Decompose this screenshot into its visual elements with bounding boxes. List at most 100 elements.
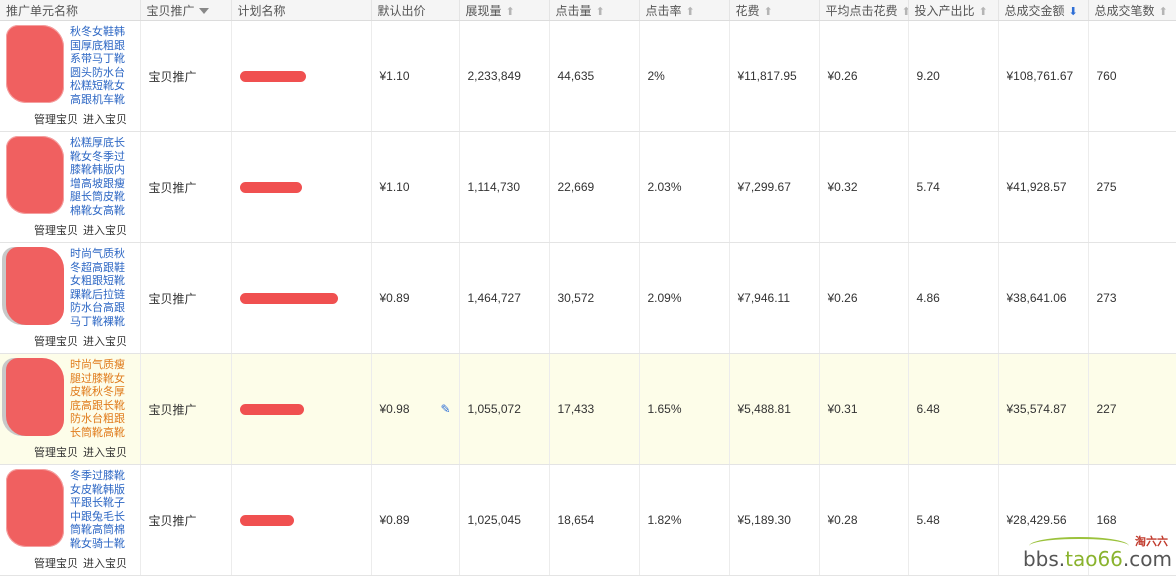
promo-type: 宝贝推广 bbox=[140, 20, 232, 132]
product-thumbnail-redacted[interactable] bbox=[6, 247, 64, 325]
gmv: ¥108,761.67 bbox=[998, 20, 1089, 132]
avg-cpc: ¥0.26 bbox=[819, 20, 909, 132]
product-thumbnail-redacted[interactable] bbox=[6, 25, 64, 103]
caret-down-icon bbox=[198, 8, 209, 14]
unit-cell: 松糕厚底长靴女冬季过膝靴韩版内增高坡跟瘦腿长筒皮靴棉靴女高靴 管理宝贝 进入宝贝 bbox=[0, 131, 141, 243]
plan-name-redacted[interactable] bbox=[231, 242, 372, 354]
table-row: 秋冬女鞋韩国厚底粗跟系带马丁靴圆头防水台松糕短靴女高跟机车靴 管理宝贝 进入宝贝 … bbox=[0, 20, 1176, 132]
table-row-highlighted: 时尚气质瘦腿过膝靴女皮靴秋冬厚底高跟长靴防水台粗跟长筒靴高靴 管理宝贝 进入宝贝 … bbox=[0, 353, 1176, 465]
col-clicks-sort[interactable]: 点击量 ⬆ bbox=[549, 0, 640, 21]
redaction-mark bbox=[239, 293, 338, 305]
table-row: 时尚气质秋冬超高跟鞋女粗跟短靴踝靴后拉链防水台高跟马丁靴裸靴 管理宝贝 进入宝贝 … bbox=[0, 242, 1176, 354]
promo-type: 宝贝推广 bbox=[140, 464, 232, 576]
manage-item-link[interactable]: 管理宝贝 bbox=[34, 446, 78, 459]
default-bid: ¥0.98 bbox=[379, 402, 410, 416]
product-title-link[interactable]: 时尚气质瘦腿过膝靴女皮靴秋冬厚底高跟长靴防水台粗跟长筒靴高靴 bbox=[70, 358, 134, 439]
arrow-down-icon: ⬇ bbox=[1068, 4, 1078, 18]
row-actions: 管理宝贝 进入宝贝 bbox=[34, 444, 132, 460]
clicks: 30,572 bbox=[549, 242, 640, 354]
impressions: 2,233,849 bbox=[459, 20, 550, 132]
plan-name-redacted[interactable] bbox=[231, 20, 372, 132]
default-bid: ¥1.10 bbox=[371, 131, 460, 243]
col-unit-name: 推广单元名称 bbox=[0, 0, 141, 21]
avg-cpc: ¥0.32 bbox=[819, 131, 909, 243]
product-title-link[interactable]: 时尚气质秋冬超高跟鞋女粗跟短靴踝靴后拉链防水台高跟马丁靴裸靴 bbox=[70, 247, 134, 328]
enter-item-link[interactable]: 进入宝贝 bbox=[83, 557, 127, 570]
redaction-mark bbox=[239, 515, 294, 527]
promotion-units-table: 推广单元名称 宝贝推广 计划名称 默认出价 展现量 ⬆ 点击量 ⬆ 点击率 ⬆ 花费 ⬆… bbox=[0, 0, 1176, 576]
roi: 4.86 bbox=[908, 242, 999, 354]
gmv: ¥41,928.57 bbox=[998, 131, 1089, 243]
cost: ¥7,299.67 bbox=[729, 131, 820, 243]
col-cost-sort[interactable]: 花费 ⬆ bbox=[729, 0, 820, 21]
clicks: 44,635 bbox=[549, 20, 640, 132]
manage-item-link[interactable]: 管理宝贝 bbox=[34, 224, 78, 237]
default-bid: ¥0.89 bbox=[371, 464, 460, 576]
impressions: 1,114,730 bbox=[459, 131, 550, 243]
impressions: 1,025,045 bbox=[459, 464, 550, 576]
redaction-mark bbox=[239, 182, 302, 194]
arrow-up-icon: ⬆ bbox=[763, 4, 773, 18]
ctr: 1.82% bbox=[639, 464, 730, 576]
roi: 6.48 bbox=[908, 353, 999, 465]
plan-name-redacted[interactable] bbox=[231, 353, 372, 465]
arrow-up-icon: ⬆ bbox=[505, 4, 515, 18]
enter-item-link[interactable]: 进入宝贝 bbox=[83, 113, 127, 126]
unit-cell: 时尚气质瘦腿过膝靴女皮靴秋冬厚底高跟长靴防水台粗跟长筒靴高靴 管理宝贝 进入宝贝 bbox=[0, 353, 141, 465]
product-title-link[interactable]: 松糕厚底长靴女冬季过膝靴韩版内增高坡跟瘦腿长筒皮靴棉靴女高靴 bbox=[70, 136, 134, 217]
col-orders-sort[interactable]: 总成交笔数 ⬆ bbox=[1088, 0, 1176, 21]
gmv: ¥35,574.87 bbox=[998, 353, 1089, 465]
clicks: 18,654 bbox=[549, 464, 640, 576]
roi: 5.48 bbox=[908, 464, 999, 576]
ctr: 2.09% bbox=[639, 242, 730, 354]
row-actions: 管理宝贝 进入宝贝 bbox=[34, 222, 132, 238]
impressions: 1,055,072 bbox=[459, 353, 550, 465]
promo-type: 宝贝推广 bbox=[140, 242, 232, 354]
product-thumbnail-redacted[interactable] bbox=[6, 469, 64, 547]
unit-cell: 时尚气质秋冬超高跟鞋女粗跟短靴踝靴后拉链防水台高跟马丁靴裸靴 管理宝贝 进入宝贝 bbox=[0, 242, 141, 354]
col-avg-cpc-sort[interactable]: 平均点击花费⬆ bbox=[819, 0, 909, 21]
col-impressions-sort[interactable]: 展现量 ⬆ bbox=[459, 0, 550, 21]
product-title-link[interactable]: 冬季过膝靴女皮靴韩版平跟长靴子中跟兔毛长筒靴高筒棉靴女骑士靴 bbox=[70, 469, 134, 550]
redaction-mark bbox=[239, 404, 304, 416]
product-thumbnail-redacted[interactable] bbox=[6, 358, 64, 436]
manage-item-link[interactable]: 管理宝贝 bbox=[34, 557, 78, 570]
table-row: 冬季过膝靴女皮靴韩版平跟长靴子中跟兔毛长筒靴高筒棉靴女骑士靴 管理宝贝 进入宝贝 … bbox=[0, 464, 1176, 576]
row-actions: 管理宝贝 进入宝贝 bbox=[34, 555, 132, 571]
orders: 275 bbox=[1088, 131, 1176, 243]
col-roi-sort[interactable]: 投入产出比 ⬆ bbox=[908, 0, 999, 21]
enter-item-link[interactable]: 进入宝贝 bbox=[83, 224, 127, 237]
unit-cell: 冬季过膝靴女皮靴韩版平跟长靴子中跟兔毛长筒靴高筒棉靴女骑士靴 管理宝贝 进入宝贝 bbox=[0, 464, 141, 576]
manage-item-link[interactable]: 管理宝贝 bbox=[34, 335, 78, 348]
plan-name-redacted[interactable] bbox=[231, 464, 372, 576]
table-header-row: 推广单元名称 宝贝推广 计划名称 默认出价 展现量 ⬆ 点击量 ⬆ 点击率 ⬆ 花费 ⬆… bbox=[0, 0, 1176, 21]
cost: ¥5,189.30 bbox=[729, 464, 820, 576]
default-bid: ¥0.89 bbox=[371, 242, 460, 354]
enter-item-link[interactable]: 进入宝贝 bbox=[83, 335, 127, 348]
cost: ¥11,817.95 bbox=[729, 20, 820, 132]
col-gmv-sort[interactable]: 总成交金额 ⬇ bbox=[998, 0, 1089, 21]
avg-cpc: ¥0.31 bbox=[819, 353, 909, 465]
orders: 760 bbox=[1088, 20, 1176, 132]
table-row: 松糕厚底长靴女冬季过膝靴韩版内增高坡跟瘦腿长筒皮靴棉靴女高靴 管理宝贝 进入宝贝 … bbox=[0, 131, 1176, 243]
enter-item-link[interactable]: 进入宝贝 bbox=[83, 446, 127, 459]
pencil-edit-icon[interactable]: ✎ bbox=[441, 402, 453, 416]
col-promo-type-filter[interactable]: 宝贝推广 bbox=[140, 0, 232, 21]
col-ctr-sort[interactable]: 点击率 ⬆ bbox=[639, 0, 730, 21]
product-thumbnail-redacted[interactable] bbox=[6, 136, 64, 214]
unit-cell: 秋冬女鞋韩国厚底粗跟系带马丁靴圆头防水台松糕短靴女高跟机车靴 管理宝贝 进入宝贝 bbox=[0, 20, 141, 132]
arrow-up-icon: ⬆ bbox=[978, 4, 988, 18]
arrow-up-icon: ⬆ bbox=[902, 5, 907, 18]
ctr: 1.65% bbox=[639, 353, 730, 465]
manage-item-link[interactable]: 管理宝贝 bbox=[34, 113, 78, 126]
product-title-link[interactable]: 秋冬女鞋韩国厚底粗跟系带马丁靴圆头防水台松糕短靴女高跟机车靴 bbox=[70, 25, 134, 106]
impressions: 1,464,727 bbox=[459, 242, 550, 354]
default-bid-cell: ¥0.98 ✎ bbox=[371, 353, 460, 465]
col-default-bid: 默认出价 bbox=[371, 0, 460, 21]
arrow-up-icon: ⬆ bbox=[1158, 4, 1168, 18]
plan-name-redacted[interactable] bbox=[231, 131, 372, 243]
watermark-cn: 淘六六 bbox=[1135, 535, 1168, 548]
cost: ¥7,946.11 bbox=[729, 242, 820, 354]
ctr: 2.03% bbox=[639, 131, 730, 243]
default-bid: ¥1.10 bbox=[371, 20, 460, 132]
